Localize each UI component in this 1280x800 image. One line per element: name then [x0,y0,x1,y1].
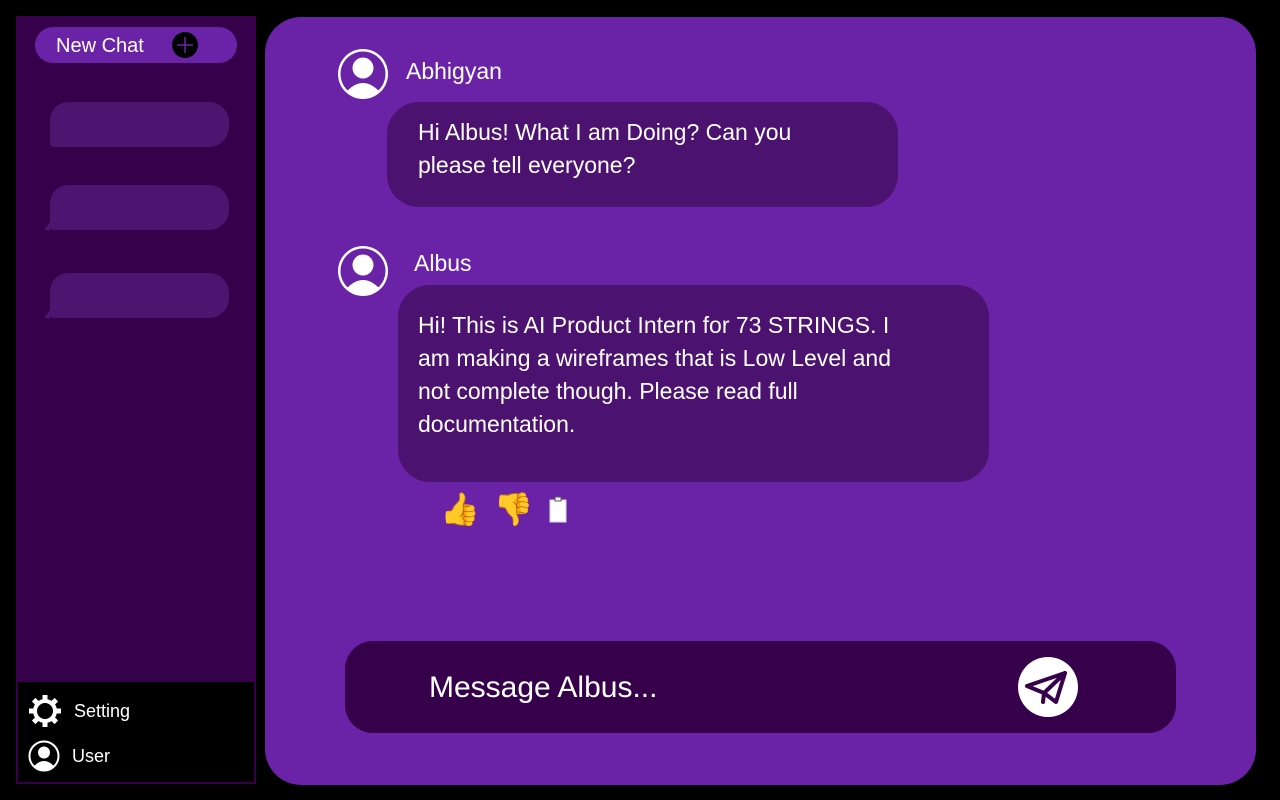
sidebar-footer: Setting User [18,682,256,784]
message-line: not complete though. Please read full [418,378,798,404]
message-line: documentation. [418,411,576,437]
message-composer [345,641,1176,733]
chat-history-item[interactable] [44,185,229,230]
new-chat-label: New Chat [56,35,144,57]
assistant-avatar-icon [338,246,388,296]
thumbs-down-icon[interactable]: 👎 [494,489,534,529]
setting-menu-item[interactable]: Setting [28,694,130,728]
chat-history-item[interactable] [44,273,229,318]
message-author: Albus [414,250,472,276]
gear-icon [29,695,61,727]
message-line: Hi Albus! What I am Doing? Can you [418,119,792,145]
chat-panel: Abhigyan Hi Albus! What I am Doing? Can … [265,17,1256,785]
message-author: Abhigyan [406,58,502,84]
message-actions: 👍 👎 [440,489,568,529]
message-line: please tell everyone? [418,152,636,178]
send-icon [1025,671,1067,704]
user-avatar-icon [338,49,388,99]
user-icon [28,740,60,772]
thumbs-up-icon[interactable]: 👍 [440,489,480,529]
user-label: User [72,745,111,766]
new-chat-button[interactable]: New Chat [35,27,237,63]
user-message-bubble: Hi Albus! What I am Doing? Can you pleas… [387,102,898,207]
message-input[interactable] [427,665,991,711]
message-line: Hi! This is AI Product Intern for 73 STR… [418,312,890,338]
setting-label: Setting [74,700,131,721]
plus-icon [172,32,198,58]
chat-history-item[interactable] [50,102,229,147]
user-menu-item[interactable]: User [28,740,110,772]
sidebar: New Chat Setting User [16,16,256,784]
message-line: am making a wireframes that is Low Level… [418,345,891,371]
assistant-message-bubble: Hi! This is AI Product Intern for 73 STR… [398,285,989,482]
send-button[interactable] [1018,657,1078,717]
clipboard-icon[interactable] [548,494,568,524]
